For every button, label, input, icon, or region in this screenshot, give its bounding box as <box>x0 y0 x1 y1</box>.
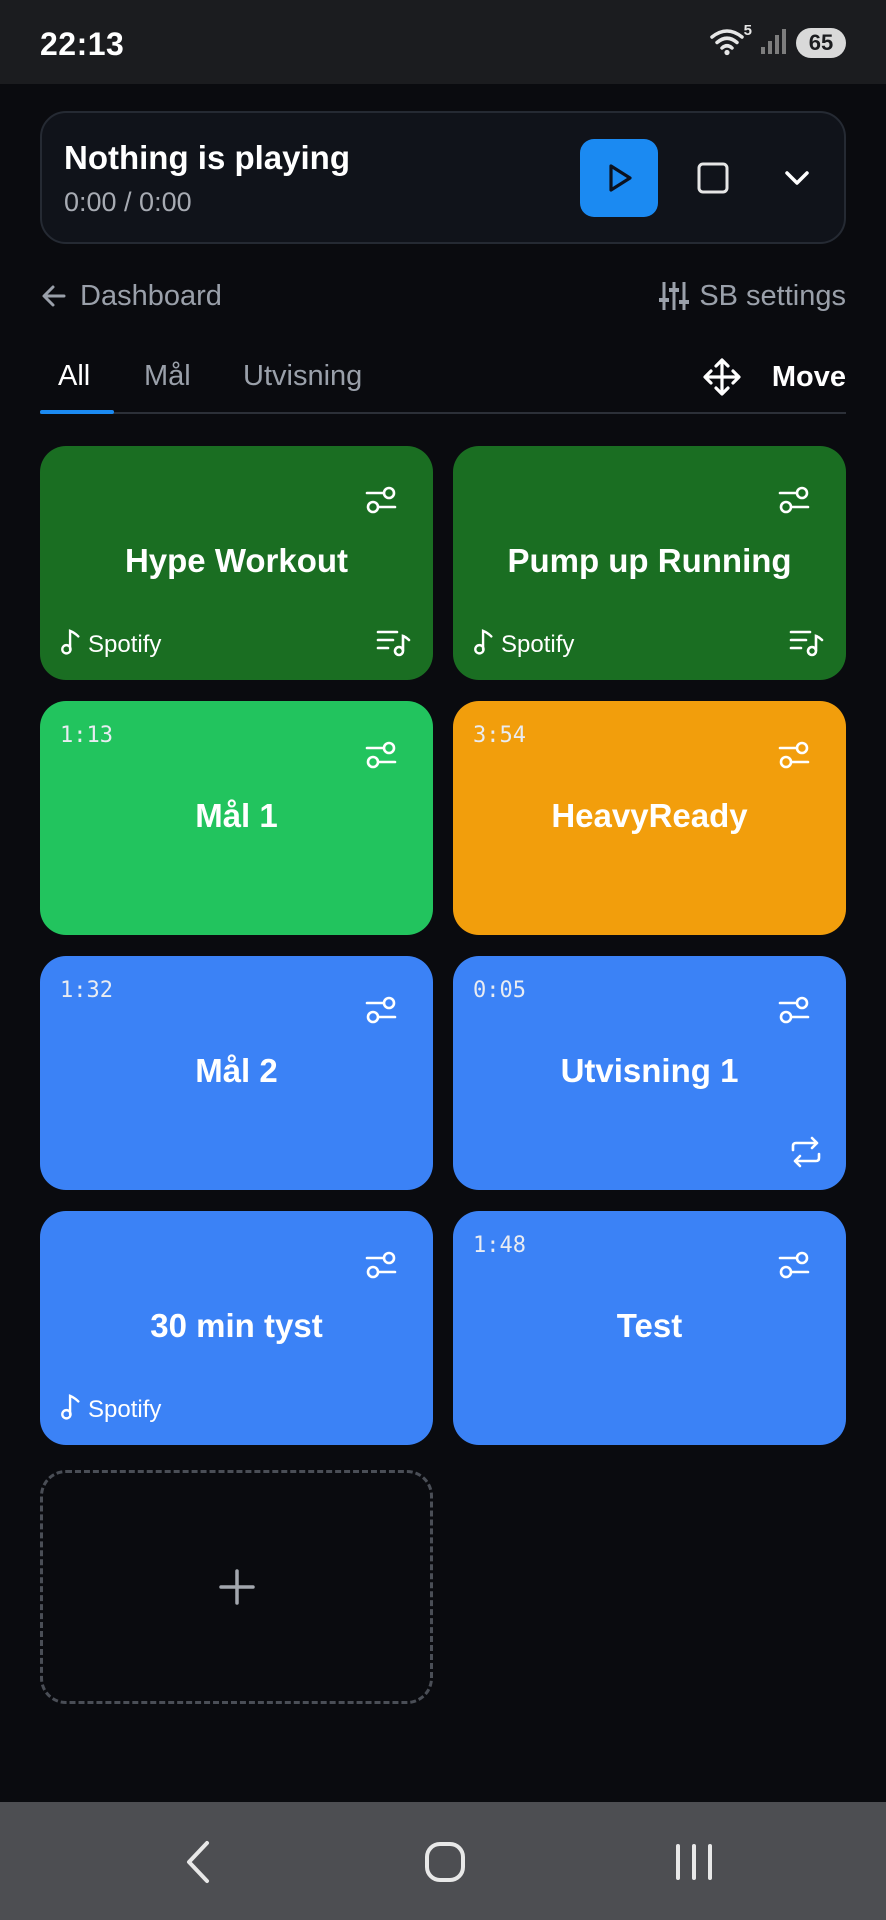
sliders-icon <box>659 282 690 310</box>
add-sound-button[interactable] <box>40 1470 433 1704</box>
tab-utvisning[interactable]: Utvisning <box>243 360 362 393</box>
now-playing-title: Nothing is playing <box>64 139 350 176</box>
move-button[interactable]: Move <box>702 354 846 400</box>
sb-settings-link[interactable]: SB settings <box>659 276 846 316</box>
category-tabs: All Mål Utvisning Move <box>40 350 846 414</box>
sound-tile[interactable]: 30 min tyst Spotify <box>40 1211 433 1445</box>
stop-icon <box>697 162 729 194</box>
status-time: 22:13 <box>40 26 125 62</box>
back-chevron-icon <box>187 1841 209 1883</box>
music-note-icon <box>473 627 495 662</box>
playlist-icon <box>375 624 411 660</box>
plus-icon <box>218 1569 255 1605</box>
move-icon <box>703 358 741 396</box>
tile-name: Mål 1 <box>195 797 278 834</box>
music-note-icon <box>60 627 82 662</box>
chevron-down-icon <box>785 171 809 185</box>
back-label: Dashboard <box>80 279 222 312</box>
playlist-icon <box>788 624 824 660</box>
sound-tile[interactable]: Hype Workout Spotify <box>40 446 433 680</box>
tile-name: Mål 2 <box>195 1052 278 1089</box>
tile-source: Spotify <box>473 627 574 662</box>
tile-name: Pump up Running <box>507 542 792 579</box>
tile-name: Test <box>616 1307 683 1344</box>
tab-all[interactable]: All <box>58 360 90 393</box>
tile-source-label: Spotify <box>88 1395 162 1423</box>
stop-button[interactable] <box>674 139 752 217</box>
play-icon <box>609 164 632 192</box>
tile-settings-icon[interactable] <box>776 737 812 773</box>
tile-settings-icon[interactable] <box>363 482 399 518</box>
sound-tile[interactable]: 1:48 Test <box>453 1211 846 1445</box>
move-label: Move <box>771 360 846 393</box>
tile-settings-icon[interactable] <box>363 737 399 773</box>
sound-tile[interactable]: 3:54 HeavyReady <box>453 701 846 935</box>
arrow-left-icon <box>42 285 66 307</box>
system-home-button[interactable] <box>415 1832 475 1892</box>
system-nav-bar <box>0 1802 886 1920</box>
tile-source-label: Spotify <box>501 630 575 658</box>
app-root: 22:13 5 65 Nothing is playing 0:00 / 0:0… <box>0 0 886 1920</box>
tile-source: Spotify <box>60 1392 161 1427</box>
sound-tile[interactable]: Pump up Running Spotify <box>453 446 846 680</box>
sound-tile[interactable]: 1:32 Mål 2 <box>40 956 433 1190</box>
tile-duration: 1:13 <box>60 723 113 748</box>
expand-button[interactable] <box>758 139 836 217</box>
tile-duration: 0:05 <box>473 978 526 1003</box>
tile-name: 30 min tyst <box>150 1307 323 1344</box>
tile-source-label: Spotify <box>88 630 162 658</box>
battery-indicator: 65 <box>796 28 846 58</box>
repeat-icon <box>788 1134 824 1170</box>
sound-tile[interactable]: 1:13 Mål 1 <box>40 701 433 935</box>
recents-icon <box>676 1844 712 1880</box>
status-icons: 5 65 <box>710 22 846 60</box>
tile-settings-icon[interactable] <box>776 992 812 1028</box>
tile-source: Spotify <box>60 627 161 662</box>
tile-duration: 3:54 <box>473 723 526 748</box>
signal-icon <box>760 27 786 60</box>
tile-name: HeavyReady <box>551 797 748 834</box>
tile-name: Hype Workout <box>124 542 349 579</box>
tile-duration: 1:32 <box>60 978 113 1003</box>
home-icon <box>425 1842 465 1882</box>
status-bar: 22:13 5 65 <box>0 0 886 84</box>
tile-settings-icon[interactable] <box>363 992 399 1028</box>
sound-tile[interactable]: 0:05 Utvisning 1 <box>453 956 846 1190</box>
music-note-icon <box>60 1392 82 1427</box>
back-to-dashboard-link[interactable]: Dashboard <box>40 276 222 316</box>
wifi-badge: 5 <box>743 22 752 39</box>
tile-settings-icon[interactable] <box>776 1247 812 1283</box>
tab-mal[interactable]: Mål <box>144 360 191 393</box>
now-playing-time: 0:00 / 0:00 <box>64 187 192 217</box>
settings-label: SB settings <box>699 279 846 312</box>
active-tab-indicator <box>40 410 114 414</box>
tile-settings-icon[interactable] <box>776 482 812 518</box>
now-playing-card: Nothing is playing 0:00 / 0:00 <box>40 111 846 244</box>
system-back-button[interactable] <box>168 1832 228 1892</box>
tile-name: Utvisning 1 <box>560 1052 739 1089</box>
wifi-icon: 5 <box>710 22 752 58</box>
tile-duration: 1:48 <box>473 1233 526 1258</box>
play-button[interactable] <box>580 139 658 217</box>
tile-settings-icon[interactable] <box>363 1247 399 1283</box>
system-recents-button[interactable] <box>664 1832 724 1892</box>
